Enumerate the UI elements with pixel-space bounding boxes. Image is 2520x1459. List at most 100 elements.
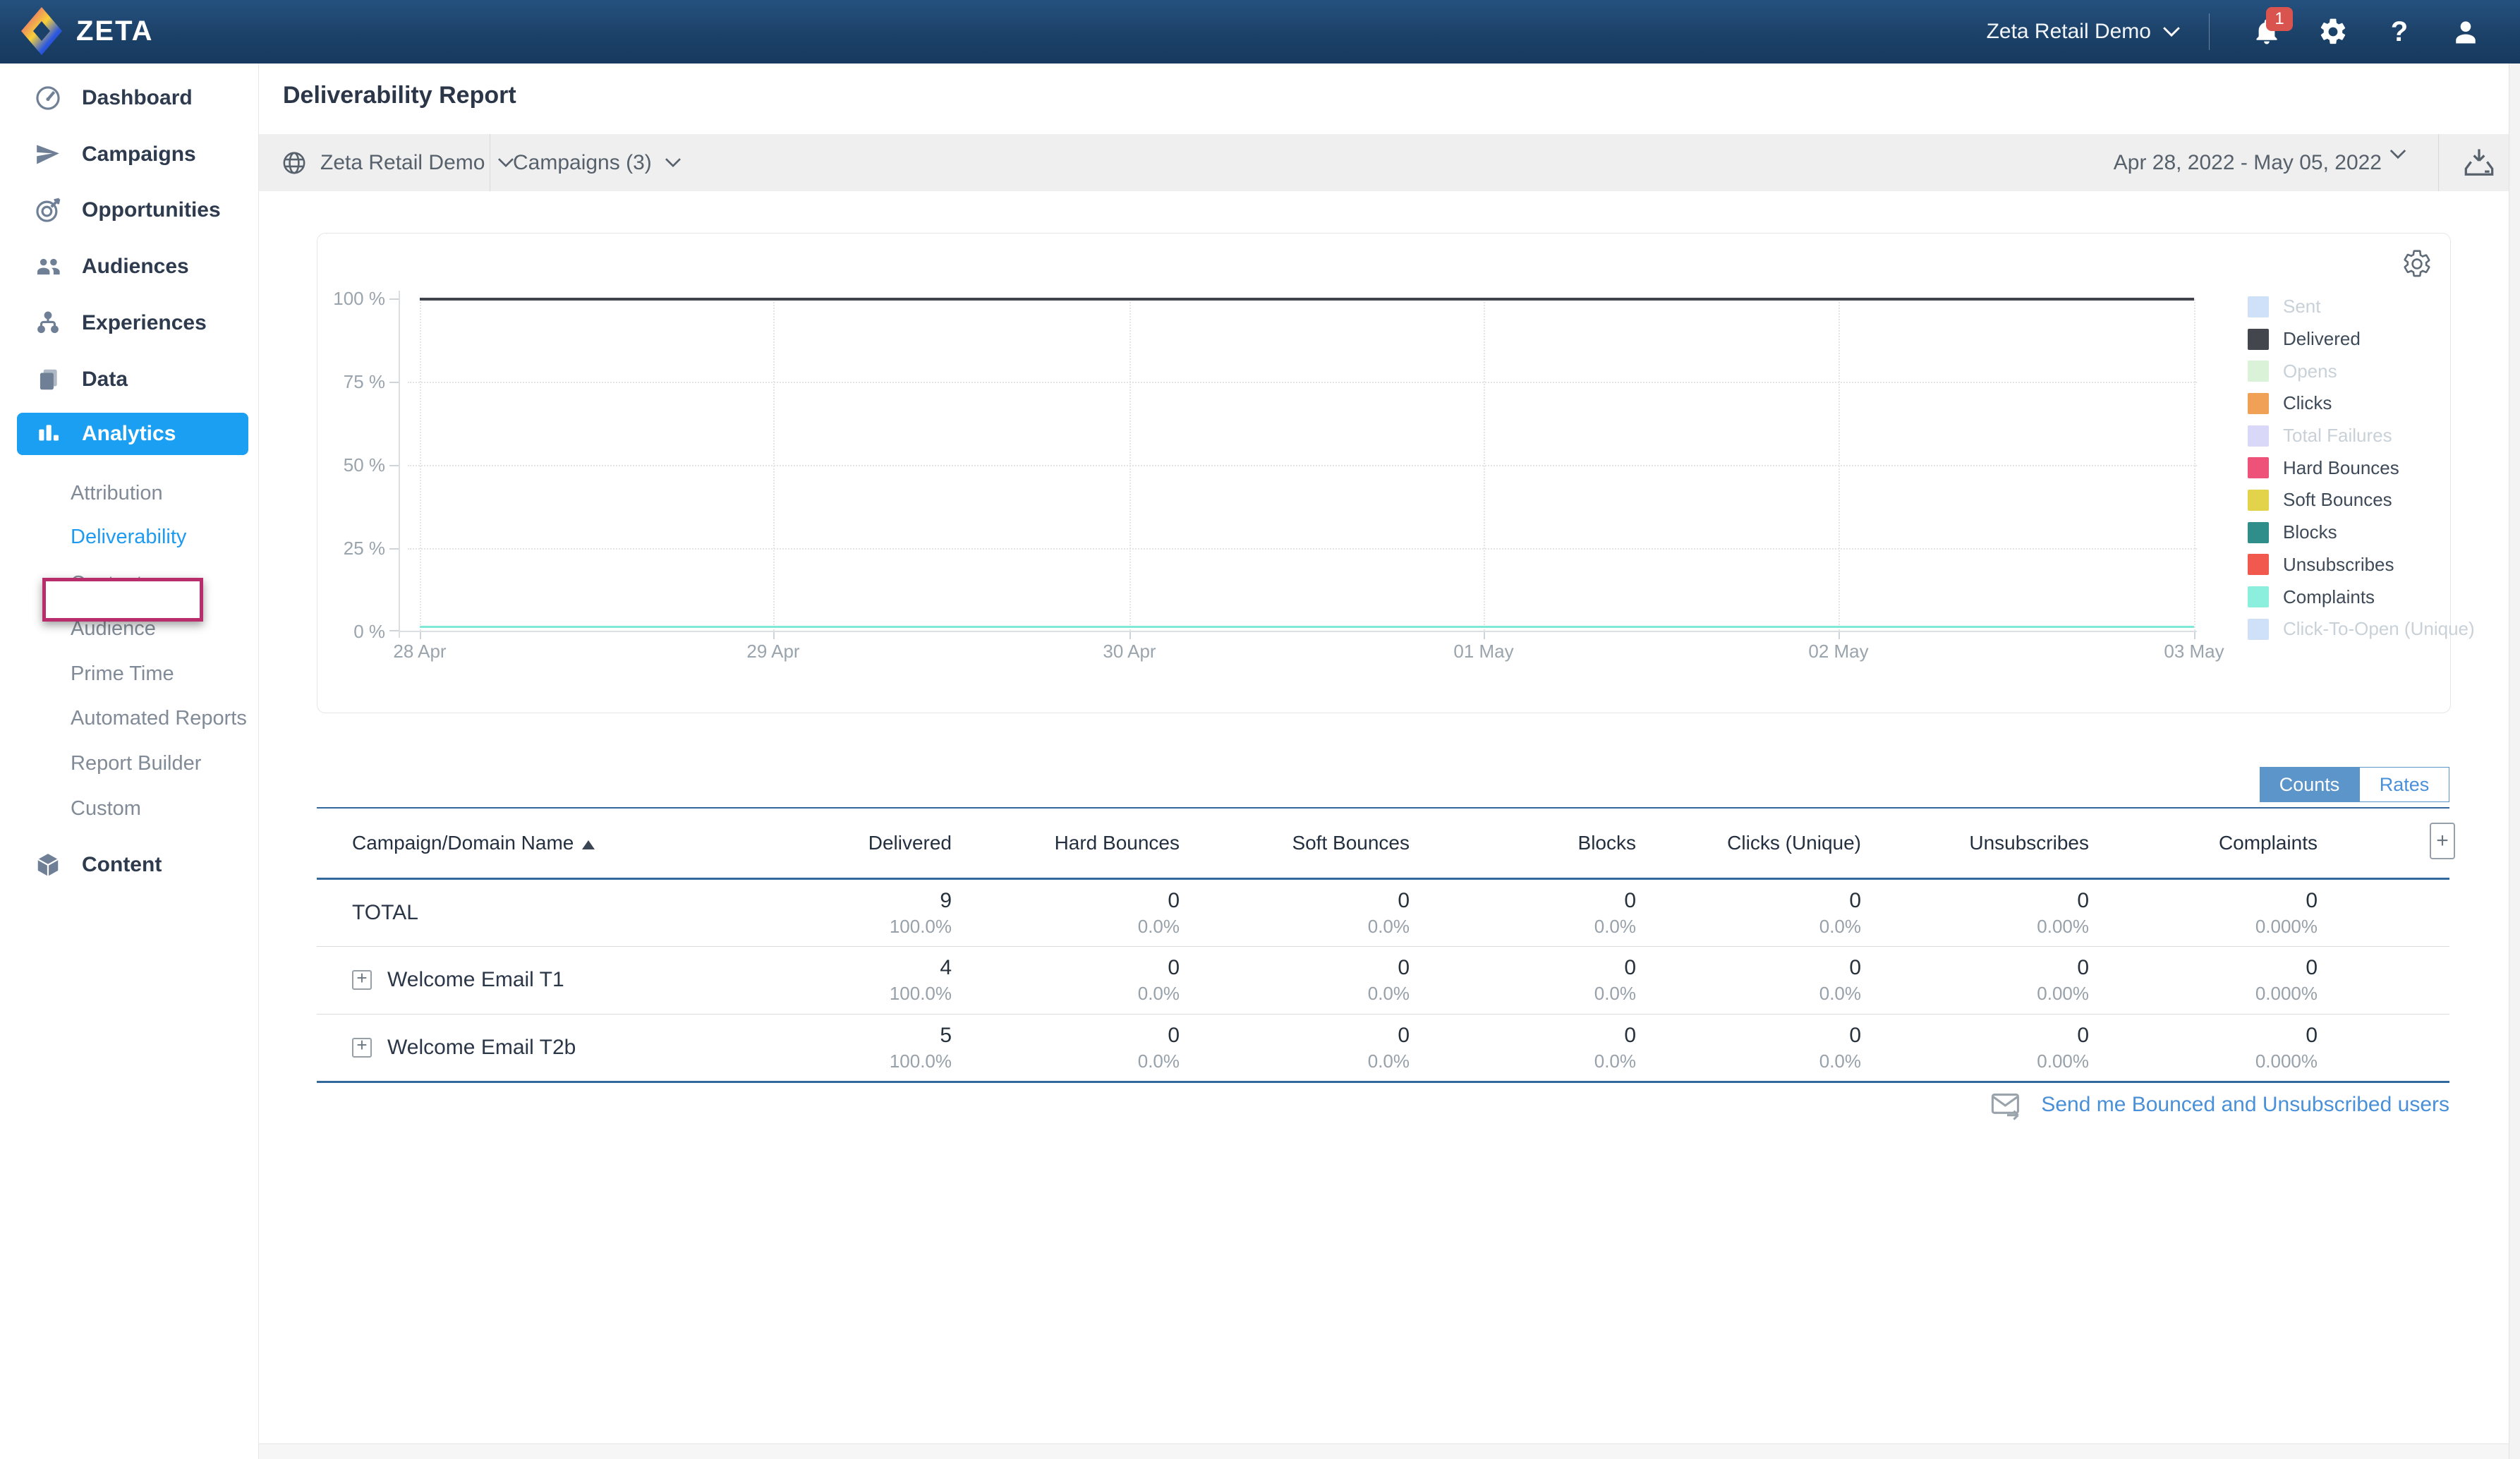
column-header-unsubscribes[interactable]: Unsubscribes xyxy=(1861,808,2089,878)
chart-settings-gear-icon[interactable] xyxy=(2401,248,2433,279)
cell-rate: 100.0% xyxy=(889,1050,952,1072)
notifications-button[interactable]: 1 xyxy=(2251,7,2293,48)
account-filter-value: Zeta Retail Demo xyxy=(320,150,485,174)
sort-ascending-icon xyxy=(582,840,595,849)
legend-swatch xyxy=(2248,489,2269,511)
expand-row-icon[interactable] xyxy=(352,969,372,990)
column-header-hard-bounces[interactable]: Hard Bounces xyxy=(952,808,1180,878)
legend-label: Delivered xyxy=(2283,328,2361,350)
settings-button[interactable] xyxy=(2317,16,2349,48)
sidebar-item-dashboard[interactable]: Dashboard xyxy=(0,77,259,119)
legend-item-unsubscribes[interactable]: Unsubscribes xyxy=(2248,549,2475,581)
legend-item-opens[interactable]: Opens xyxy=(2248,355,2475,387)
x-axis-label: 03 May xyxy=(2164,641,2224,662)
legend-label: Total Failures xyxy=(2283,425,2392,447)
legend-swatch xyxy=(2248,361,2269,382)
send-bounced-unsubscribed-link[interactable]: Send me Bounced and Unsubscribed users xyxy=(2041,1093,2449,1117)
cell-count: 0 xyxy=(1168,888,1180,912)
date-range-picker[interactable]: Apr 28, 2022 - May 05, 2022 xyxy=(2114,134,2407,191)
cell-count: 0 xyxy=(1168,1023,1180,1047)
row-name: TOTAL xyxy=(352,900,418,924)
legend-item-hard-bounces[interactable]: Hard Bounces xyxy=(2248,452,2475,484)
column-header-complaints[interactable]: Complaints xyxy=(2089,808,2318,878)
x-axis-label: 30 Apr xyxy=(1103,641,1156,662)
sidebar-item-opportunities[interactable]: Opportunities xyxy=(0,189,259,231)
cell-rate: 0.00% xyxy=(2037,983,2089,1004)
target-icon xyxy=(34,196,62,224)
cell-rate: 0.0% xyxy=(1137,915,1180,937)
cell-count: 0 xyxy=(2077,956,2089,979)
cell-count: 0 xyxy=(2306,1023,2318,1047)
cell-rate: 0.0% xyxy=(1367,983,1410,1004)
legend-item-complaints[interactable]: Complaints xyxy=(2248,581,2475,613)
legend-item-soft-bounces[interactable]: Soft Bounces xyxy=(2248,484,2475,516)
globe-icon xyxy=(282,151,306,175)
row-name[interactable]: Welcome Email T2b xyxy=(387,1036,576,1060)
sidebar-item-label: Dashboard xyxy=(82,86,193,109)
user-menu-button[interactable] xyxy=(2449,16,2482,48)
sidebar-item-label: Content xyxy=(82,853,162,876)
sidebar-item-content[interactable]: Content xyxy=(0,844,259,886)
sidebar-subitem-automated-reports[interactable]: Automated Reports xyxy=(0,698,259,738)
cell-count: 0 xyxy=(2306,888,2318,912)
envelope-arrow-icon xyxy=(1990,1091,2024,1120)
deliverability-highlight-annotation xyxy=(42,578,203,622)
expand-row-icon[interactable] xyxy=(352,1037,372,1058)
row-name[interactable]: Welcome Email T1 xyxy=(387,968,564,992)
x-tick-mark xyxy=(2194,632,2195,639)
cell-count: 0 xyxy=(1398,888,1410,912)
delivered-series-line xyxy=(420,298,2194,301)
column-header-soft-bounces[interactable]: Soft Bounces xyxy=(1180,808,1410,878)
rates-tab[interactable]: Rates xyxy=(2359,767,2449,802)
top-navbar: ZETA Zeta Retail Demo 1 ? xyxy=(0,0,2520,63)
sidebar-item-experiences[interactable]: Experiences xyxy=(0,302,259,344)
counts-rates-toggle: Counts Rates xyxy=(2260,767,2449,802)
cell-count: 0 xyxy=(1168,956,1180,979)
legend-label: Complaints xyxy=(2283,586,2375,607)
help-button[interactable]: ? xyxy=(2383,16,2416,48)
sidebar-item-data[interactable]: Data xyxy=(0,358,259,401)
y-axis-tick-50: 50 % xyxy=(343,454,385,476)
gridline-29apr xyxy=(773,299,775,631)
download-report-button[interactable] xyxy=(2461,134,2497,191)
counts-tab[interactable]: Counts xyxy=(2260,767,2359,802)
legend-item-blocks[interactable]: Blocks xyxy=(2248,516,2475,549)
column-header-blocks[interactable]: Blocks xyxy=(1410,808,1636,878)
zeta-logo[interactable]: ZETA xyxy=(20,6,153,56)
account-switcher[interactable]: Zeta Retail Demo xyxy=(1987,20,2181,44)
legend-item-click-to-open[interactable]: Click-To-Open (Unique) xyxy=(2248,613,2475,646)
sidebar-subitem-deliverability[interactable]: Deliverability xyxy=(0,517,259,557)
legend-label: Clicks xyxy=(2283,392,2332,414)
x-tick-mark xyxy=(773,632,775,639)
add-columns-button[interactable] xyxy=(2430,823,2455,859)
cell-rate: 0.0% xyxy=(1594,983,1636,1004)
cell-rate: 0.0% xyxy=(1137,1050,1180,1072)
legend-label: Soft Bounces xyxy=(2283,489,2392,511)
legend-item-delivered[interactable]: Delivered xyxy=(2248,323,2475,356)
sidebar-item-campaigns[interactable]: Campaigns xyxy=(0,133,259,176)
legend-item-total-failures[interactable]: Total Failures xyxy=(2248,420,2475,452)
gridline-01may xyxy=(1484,299,1485,631)
sidebar-subitem-attribution[interactable]: Attribution xyxy=(0,473,259,513)
account-name: Zeta Retail Demo xyxy=(1986,20,2151,43)
gridline-30apr xyxy=(1129,299,1131,631)
sidebar-subitem-prime-time[interactable]: Prime Time xyxy=(0,654,259,694)
gridline-28apr xyxy=(420,299,421,631)
gridline-75 xyxy=(408,382,2197,383)
column-header-delivered[interactable]: Delivered xyxy=(740,808,952,878)
sidebar-item-analytics[interactable]: Analytics xyxy=(17,413,248,455)
account-filter-dropdown[interactable]: Zeta Retail Demo xyxy=(282,134,514,191)
column-header-clicks-unique[interactable]: Clicks (Unique) xyxy=(1636,808,1861,878)
documents-icon xyxy=(34,365,62,394)
x-axis-label: 02 May xyxy=(1808,641,1869,662)
sidebar-subitem-report-builder[interactable]: Report Builder xyxy=(0,744,259,783)
sidebar-item-audiences[interactable]: Audiences xyxy=(0,246,259,288)
legend-item-sent[interactable]: Sent xyxy=(2248,291,2475,323)
sidebar-subitem-custom[interactable]: Custom xyxy=(0,789,259,828)
column-header-campaign[interactable]: Campaign/Domain Name xyxy=(317,808,740,878)
campaigns-filter-dropdown[interactable]: Campaigns (3) xyxy=(513,134,682,191)
legend-item-clicks[interactable]: Clicks xyxy=(2248,387,2475,420)
gridline-25 xyxy=(408,548,2197,550)
bar-chart-icon xyxy=(34,420,62,448)
vertical-scrollbar[interactable] xyxy=(2509,63,2520,1459)
